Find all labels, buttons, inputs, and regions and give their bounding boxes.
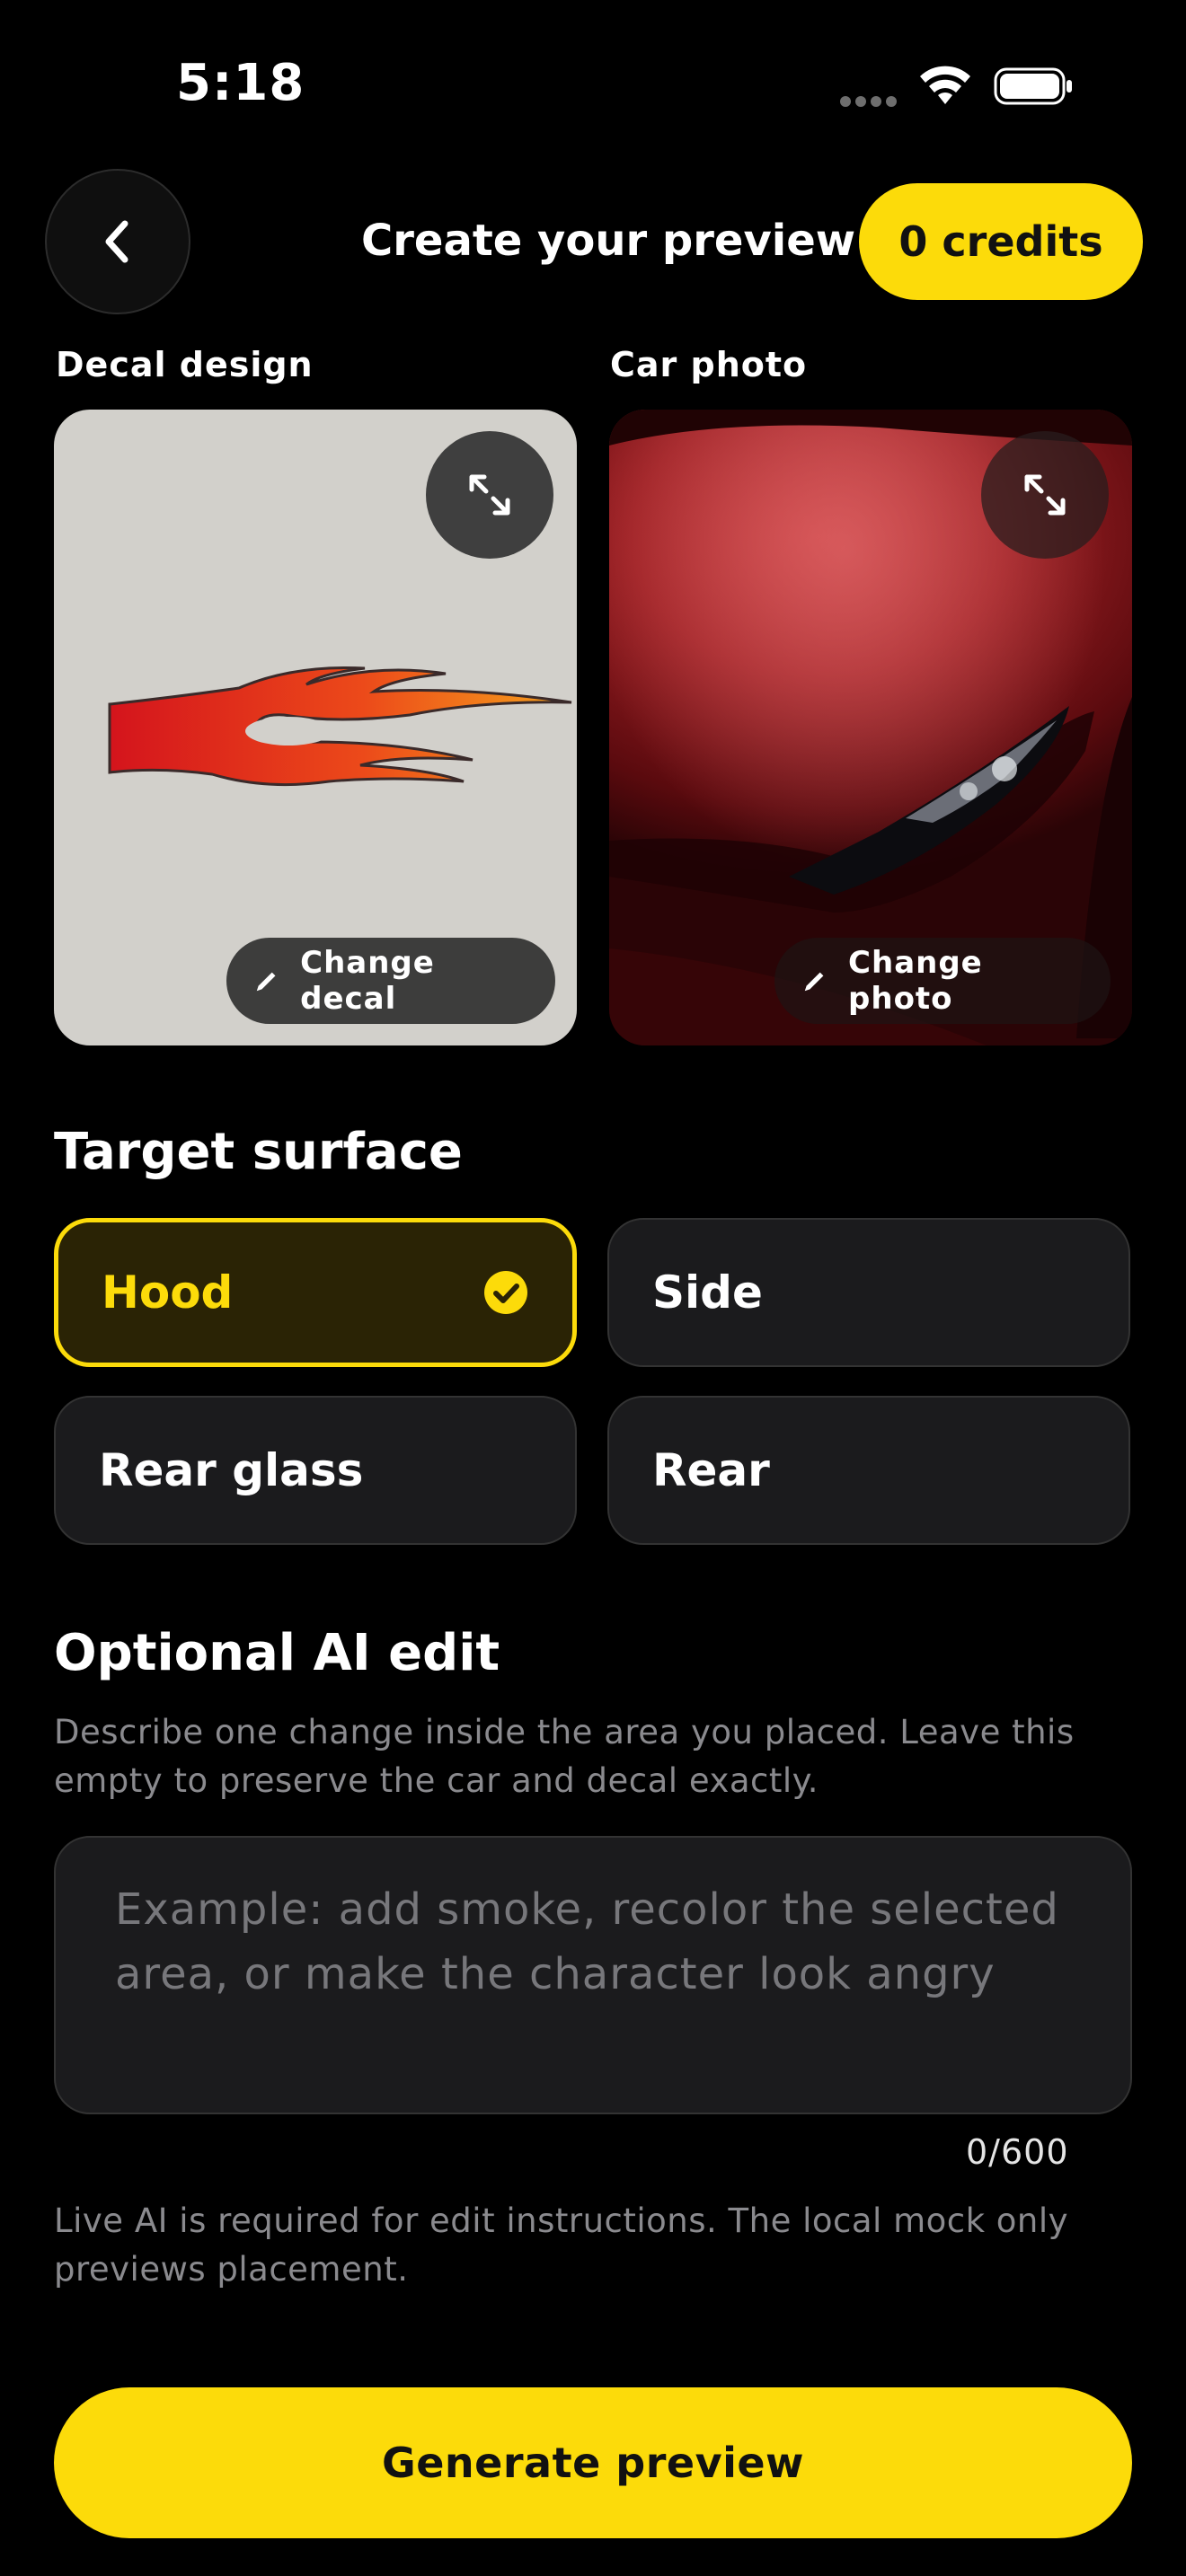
credits-badge[interactable]: 0 credits bbox=[859, 183, 1143, 300]
surface-option-label: Rear bbox=[652, 1444, 770, 1496]
expand-decal-button[interactable] bbox=[426, 431, 553, 559]
change-decal-button[interactable]: Change decal bbox=[226, 938, 555, 1024]
car-photo-card[interactable]: Change photo bbox=[609, 410, 1132, 1045]
live-ai-note: Live AI is required for edit instruction… bbox=[54, 2201, 1069, 2289]
ai-edit-heading: Optional AI edit bbox=[54, 1624, 500, 1682]
pencil-icon bbox=[804, 972, 824, 992]
surface-option-label: Hood bbox=[102, 1266, 234, 1319]
expand-icon bbox=[469, 474, 510, 516]
surface-option-side[interactable]: Side bbox=[607, 1218, 1130, 1367]
change-photo-button[interactable]: Change photo bbox=[774, 938, 1111, 1024]
change-photo-label: Change photo bbox=[848, 945, 983, 1017]
cellular-dots-icon bbox=[840, 93, 912, 107]
chevron-left-icon bbox=[105, 220, 128, 263]
surface-option-label: Side bbox=[652, 1266, 763, 1319]
decal-design-label: Decal design bbox=[56, 345, 314, 384]
back-button[interactable] bbox=[45, 169, 190, 314]
surface-option-rear-glass[interactable]: Rear glass bbox=[54, 1396, 577, 1545]
ai-edit-placeholder: Example: add smoke, recolor the selected… bbox=[115, 1884, 1059, 1999]
car-photo-label: Car photo bbox=[610, 345, 808, 384]
pencil-icon bbox=[256, 972, 276, 992]
page-title: Create your preview bbox=[361, 216, 856, 266]
decal-preview-card[interactable]: Change decal bbox=[54, 410, 577, 1045]
surface-option-hood[interactable]: Hood bbox=[54, 1218, 577, 1367]
check-circle-icon bbox=[484, 1271, 527, 1314]
surface-option-rear[interactable]: Rear bbox=[607, 1396, 1130, 1545]
change-decal-label: Change decal bbox=[300, 945, 435, 1017]
flame-decal-image bbox=[108, 666, 572, 787]
expand-photo-button[interactable] bbox=[981, 431, 1109, 559]
status-time: 5:18 bbox=[176, 54, 305, 112]
wifi-icon bbox=[920, 66, 970, 104]
battery-icon bbox=[994, 67, 1072, 105]
character-counter: 0/600 bbox=[966, 2132, 1069, 2172]
expand-icon bbox=[1024, 474, 1066, 516]
ai-edit-description: Describe one change inside the area you … bbox=[54, 1713, 1075, 1800]
ai-edit-input[interactable]: Example: add smoke, recolor the selected… bbox=[54, 1836, 1132, 2114]
surface-option-label: Rear glass bbox=[99, 1444, 364, 1496]
generate-preview-button[interactable]: Generate preview bbox=[54, 2387, 1132, 2538]
target-surface-heading: Target surface bbox=[54, 1123, 463, 1181]
